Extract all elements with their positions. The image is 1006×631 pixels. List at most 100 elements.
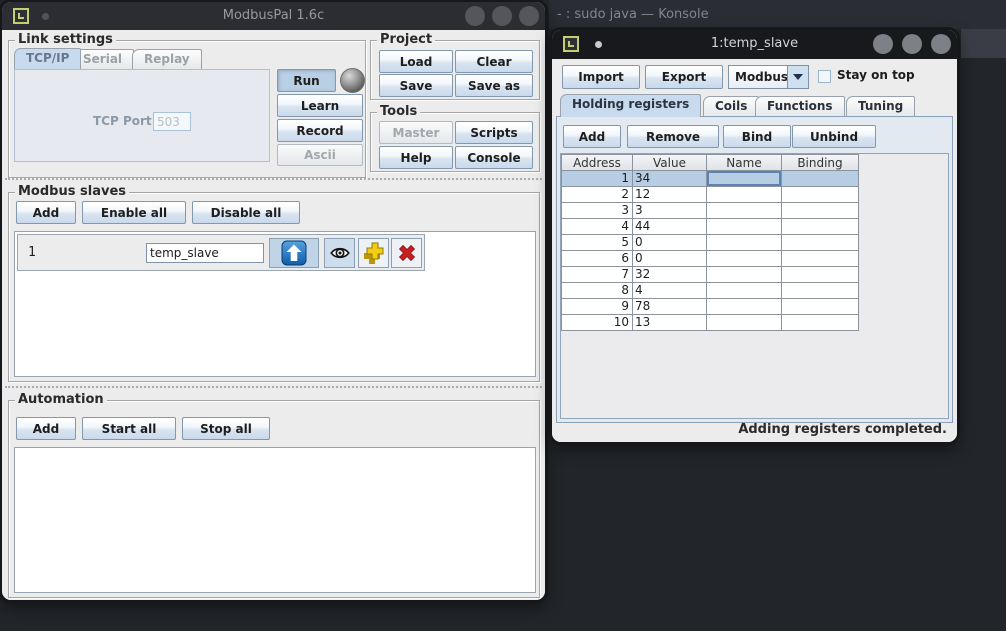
tab-tuning[interactable]: Tuning — [846, 96, 915, 117]
cell-value[interactable]: 32 — [633, 267, 707, 283]
table-row[interactable]: 8 4 — [561, 283, 859, 299]
header-binding[interactable]: Binding — [782, 154, 859, 171]
cell-binding[interactable] — [782, 251, 859, 267]
cell-binding[interactable] — [782, 171, 859, 187]
tab-holding-registers[interactable]: Holding registers — [560, 94, 701, 117]
slave-name-field[interactable] — [146, 243, 264, 263]
cell-name[interactable] — [707, 283, 782, 299]
cell-name[interactable] — [707, 203, 782, 219]
cell-name[interactable] — [707, 251, 782, 267]
cell-name[interactable] — [707, 235, 782, 251]
start-all-button[interactable]: Start all — [82, 417, 176, 440]
record-button[interactable]: Record — [277, 119, 363, 142]
table-row[interactable]: 10 13 — [561, 315, 859, 331]
cell-binding[interactable] — [782, 203, 859, 219]
cell-name[interactable] — [707, 219, 782, 235]
table-row[interactable]: 1 34 — [561, 171, 859, 187]
cell-value[interactable]: 12 — [633, 187, 707, 203]
tab-tcpip[interactable]: TCP/IP — [14, 48, 81, 69]
cell-value[interactable]: 44 — [633, 219, 707, 235]
slave-enable-toggle[interactable] — [269, 238, 319, 268]
minimize-button-2[interactable] — [873, 34, 893, 54]
cell-value[interactable]: 13 — [633, 315, 707, 331]
cell-binding[interactable] — [782, 267, 859, 283]
scripts-button[interactable]: Scripts — [455, 121, 533, 144]
remove-register-button[interactable]: Remove — [627, 125, 719, 148]
tab-replay[interactable]: Replay — [132, 49, 202, 70]
add-automation-button[interactable]: Add — [16, 417, 76, 440]
stay-on-top-checkbox[interactable] — [818, 70, 831, 83]
cell-name[interactable] — [707, 187, 782, 203]
cell-value[interactable]: 0 — [633, 251, 707, 267]
cell-name[interactable] — [707, 267, 782, 283]
cell-value[interactable]: 78 — [633, 299, 707, 315]
table-row[interactable]: 6 0 — [561, 251, 859, 267]
cell-address[interactable]: 9 — [561, 299, 633, 315]
cell-address[interactable]: 2 — [561, 187, 633, 203]
cell-address[interactable]: 8 — [561, 283, 633, 299]
clear-button[interactable]: Clear — [455, 50, 533, 73]
cell-binding[interactable] — [782, 315, 859, 331]
disable-all-button[interactable]: Disable all — [192, 201, 300, 224]
bind-button[interactable]: Bind — [723, 125, 791, 148]
cell-name-focused[interactable] — [707, 171, 782, 187]
table-header-row[interactable]: Address Value Name Binding — [561, 154, 859, 171]
cell-address[interactable]: 5 — [561, 235, 633, 251]
mode-select[interactable]: Modbus — [728, 65, 809, 89]
import-button[interactable]: Import — [562, 65, 640, 89]
table-row[interactable]: 9 78 — [561, 299, 859, 315]
cell-address[interactable]: 7 — [561, 267, 633, 283]
header-address[interactable]: Address — [561, 154, 633, 171]
stop-all-button[interactable]: Stop all — [182, 417, 270, 440]
table-row[interactable]: 3 3 — [561, 203, 859, 219]
table-row[interactable]: 2 12 — [561, 187, 859, 203]
table-row[interactable]: 4 44 — [561, 219, 859, 235]
cell-value[interactable]: 3 — [633, 203, 707, 219]
table-row[interactable]: 7 32 — [561, 267, 859, 283]
console-button[interactable]: Console — [455, 146, 533, 169]
cell-binding[interactable] — [782, 283, 859, 299]
delete-slave-button[interactable] — [391, 238, 422, 268]
help-button[interactable]: Help — [379, 146, 453, 169]
cell-value[interactable]: 0 — [633, 235, 707, 251]
cell-address[interactable]: 1 — [561, 171, 633, 187]
slave-row[interactable]: 1 — [17, 234, 425, 271]
table-row[interactable]: 5 0 — [561, 235, 859, 251]
maximize-button-2[interactable] — [902, 34, 922, 54]
cell-value[interactable]: 4 — [633, 283, 707, 299]
cell-address[interactable]: 10 — [561, 315, 633, 331]
tab-functions[interactable]: Functions — [755, 96, 845, 117]
cell-name[interactable] — [707, 299, 782, 315]
tab-coils[interactable]: Coils — [703, 96, 759, 117]
learn-button[interactable]: Learn — [277, 94, 363, 117]
cell-address[interactable]: 3 — [561, 203, 633, 219]
duplicate-slave-button[interactable] — [358, 238, 389, 268]
load-button[interactable]: Load — [379, 50, 453, 73]
add-register-button[interactable]: Add — [563, 125, 621, 148]
header-name[interactable]: Name — [707, 154, 782, 171]
cell-binding[interactable] — [782, 187, 859, 203]
add-slave-button[interactable]: Add — [16, 201, 76, 224]
minimize-button[interactable] — [465, 6, 485, 26]
enable-all-button[interactable]: Enable all — [82, 201, 186, 224]
save-as-button[interactable]: Save as — [455, 74, 533, 97]
maximize-button[interactable] — [492, 6, 512, 26]
cell-address[interactable]: 6 — [561, 251, 633, 267]
modbuspal-titlebar[interactable]: ModbusPal 1.6c — [2, 2, 545, 30]
unbind-button[interactable]: Unbind — [792, 125, 876, 148]
cell-binding[interactable] — [782, 219, 859, 235]
tcp-port-field[interactable] — [153, 112, 191, 131]
cell-binding[interactable] — [782, 235, 859, 251]
cell-binding[interactable] — [782, 299, 859, 315]
export-button[interactable]: Export — [645, 65, 723, 89]
cell-name[interactable] — [707, 315, 782, 331]
close-button-2[interactable] — [931, 34, 951, 54]
temp-slave-titlebar[interactable]: 1:temp_slave — [552, 30, 957, 59]
cell-value[interactable]: 34 — [633, 171, 707, 187]
run-button[interactable]: Run — [277, 69, 336, 92]
save-button[interactable]: Save — [379, 74, 453, 97]
show-slave-button[interactable] — [324, 238, 355, 268]
close-button[interactable] — [519, 6, 539, 26]
header-value[interactable]: Value — [633, 154, 707, 171]
cell-address[interactable]: 4 — [561, 219, 633, 235]
